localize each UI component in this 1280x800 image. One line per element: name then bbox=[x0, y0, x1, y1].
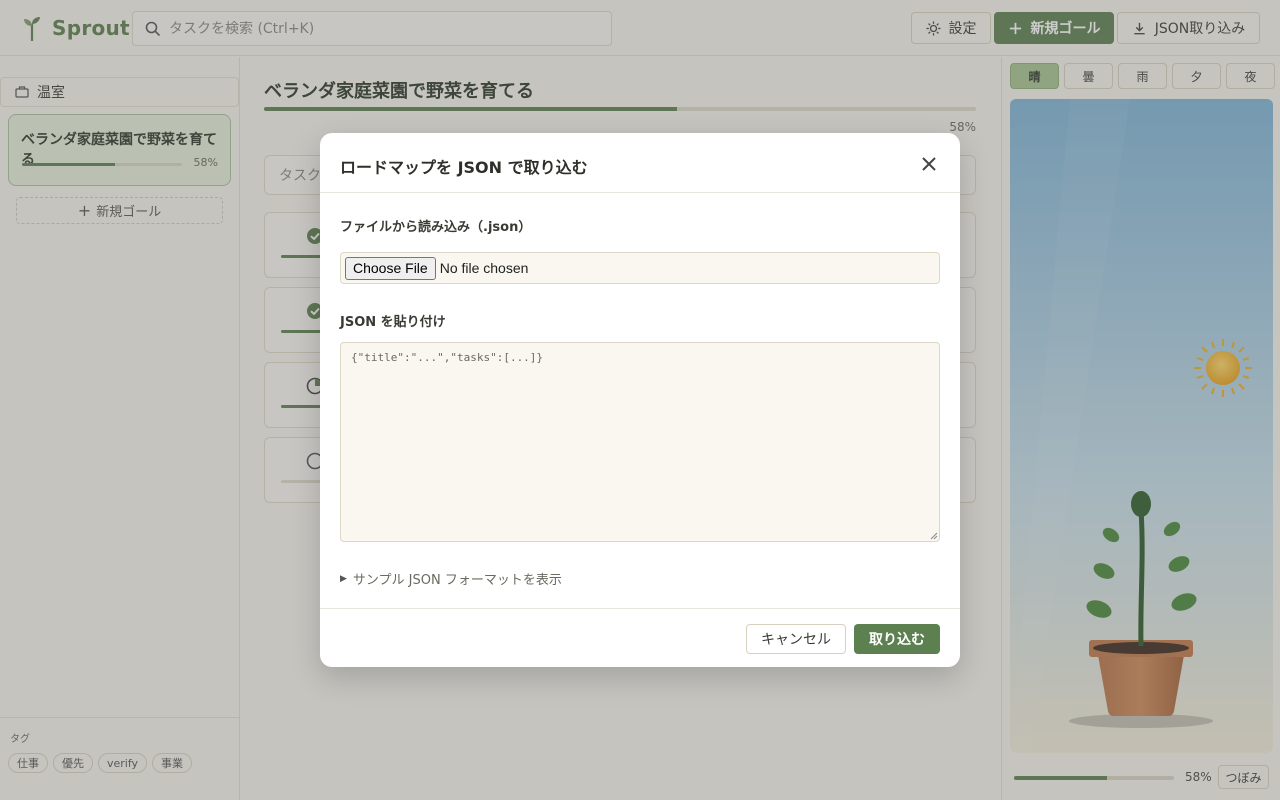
cancel-button[interactable]: キャンセル bbox=[746, 624, 846, 654]
modal-header: ロードマップを JSON で取り込む bbox=[320, 133, 960, 193]
close-icon[interactable] bbox=[920, 155, 938, 173]
sample-format-toggle[interactable]: ▶ サンプル JSON フォーマットを表示 bbox=[340, 569, 562, 588]
json-textarea-label: JSON を貼り付け bbox=[340, 315, 446, 330]
modal-title: ロードマップを JSON で取り込む bbox=[340, 158, 588, 177]
json-import-modal: ロードマップを JSON で取り込む ファイルから読み込み（.json） Cho… bbox=[320, 133, 960, 667]
disclosure-triangle-icon: ▶ bbox=[340, 573, 347, 584]
file-input[interactable]: Choose File No file chosen bbox=[340, 252, 940, 284]
sample-format-label: サンプル JSON フォーマットを表示 bbox=[352, 573, 562, 588]
json-textarea[interactable] bbox=[340, 342, 940, 542]
file-status: No file chosen bbox=[439, 260, 529, 276]
choose-file-button[interactable]: Choose File bbox=[345, 256, 436, 280]
modal-footer: キャンセル 取り込む bbox=[320, 608, 960, 667]
resize-grip-icon[interactable] bbox=[928, 530, 938, 540]
file-input-label: ファイルから読み込み（.json） bbox=[340, 220, 532, 235]
import-button[interactable]: 取り込む bbox=[854, 624, 940, 654]
